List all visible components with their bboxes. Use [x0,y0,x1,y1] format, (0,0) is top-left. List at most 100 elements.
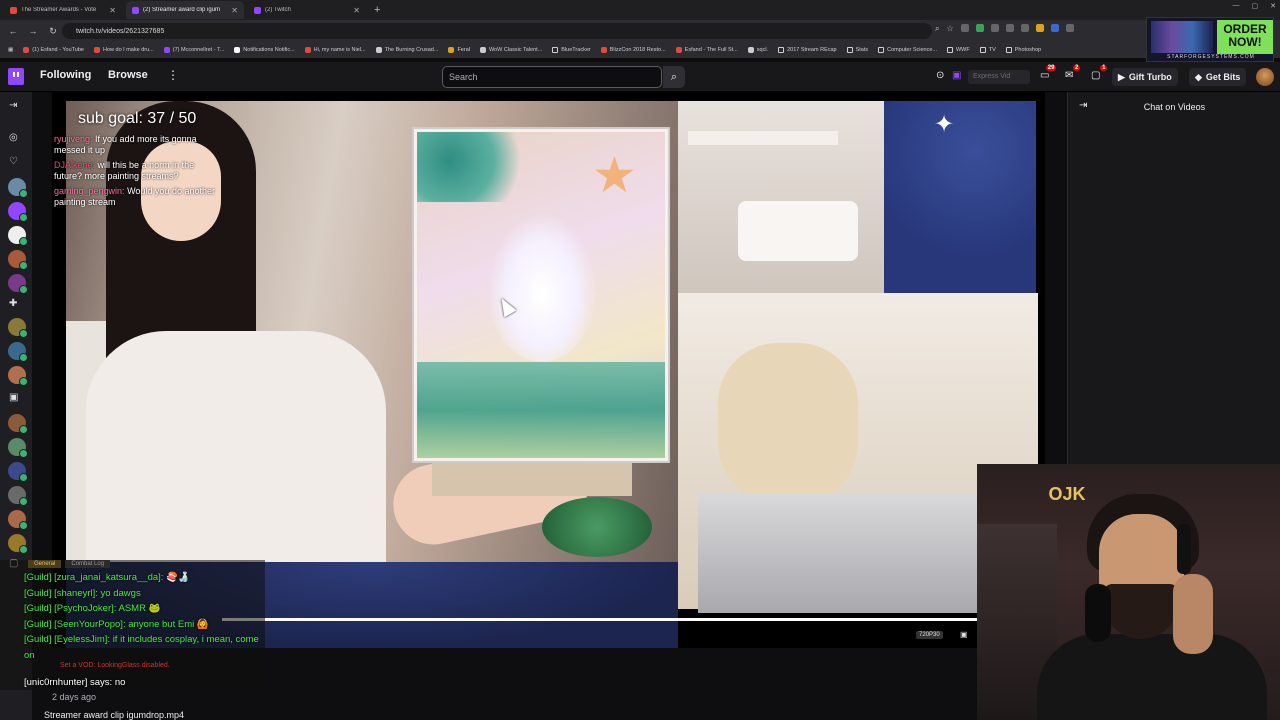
channel-avatar[interactable] [8,226,28,246]
bookmark-folder[interactable]: Stats [846,47,869,53]
forward-icon[interactable]: → [28,26,38,36]
star-icon: ★ [592,147,637,203]
bookmark-item[interactable]: The Burning Crusad... [375,47,438,53]
bookmark-folder[interactable]: 2017 Stream REcap [778,47,837,53]
add-friends-icon[interactable]: ✚ [9,298,17,309]
bookmark-folder[interactable]: WWF [946,47,970,53]
channel-avatar[interactable] [8,414,28,434]
minimize-icon[interactable]: — [1233,2,1240,10]
notifications-icon[interactable]: ✉ 2 [1065,65,1081,81]
url-field[interactable]: twitch.tv/videos/2621327685 [62,23,932,39]
nav-following[interactable]: Following [40,69,91,81]
heart-icon[interactable]: ♡ [9,156,18,167]
express-vid-field[interactable]: Express Vid [968,70,1030,84]
channel-avatar[interactable] [8,510,28,530]
bookmark-item[interactable]: Hi, my name is Niel... [304,47,366,53]
site-icon [93,47,100,53]
bookmark-label: Stats [855,47,869,53]
game-chat-window: General Combat Log [Guild] [zura_janai_k… [0,560,265,690]
video-progress-bar[interactable] [222,618,978,621]
folder-icon [778,47,785,53]
expand-sidebar-icon[interactable]: ⇥ [9,100,17,111]
prime-loot-icon[interactable]: ⊙ [936,70,944,81]
extension-icon[interactable] [1065,24,1074,32]
back-icon[interactable]: ← [8,26,18,36]
extension-icon[interactable] [1050,24,1059,32]
channel-avatar[interactable] [8,250,28,270]
shelf-shape [738,201,858,261]
system-message: Set a VOD: LookingGlass disabled. [60,662,170,669]
recommended-icon[interactable]: ◎ [9,132,18,143]
extension-icon[interactable] [1035,24,1044,32]
channel-avatar[interactable] [8,366,28,386]
close-tab-icon[interactable]: ✕ [109,6,116,15]
tab-twitch[interactable]: (2) Twitch ✕ [248,1,366,19]
tab-streamer-clip[interactable]: (2) Streamer award clip igum ✕ [126,1,244,19]
extension-icon[interactable] [1005,24,1014,32]
inbox-icon[interactable]: ▭ 29 [1040,65,1057,81]
tab-general[interactable]: General [28,560,62,568]
new-tab-button[interactable]: + [374,4,380,16]
bookmark-folder[interactable]: TV [979,47,996,53]
theatre-mode-icon[interactable]: ▣ [960,630,968,639]
tab-combat-log[interactable]: Combat Log [65,560,111,568]
twitch-logo-icon[interactable] [8,68,24,85]
bookmark-folder[interactable]: BlueTracker [552,47,591,53]
bookmark-label: Hi, my name is Niel... [313,47,366,53]
channel-avatar[interactable] [8,534,28,554]
bookmark-label: Photoshop [1014,47,1042,53]
extension-icon[interactable] [960,24,969,32]
channel-avatar[interactable] [8,462,28,482]
reload-icon[interactable]: ↻ [48,26,58,37]
bookmark-item[interactable]: How do I make dru... [93,47,154,53]
channel-avatar[interactable] [8,318,28,338]
quality-badge[interactable]: 720P30 [916,631,943,639]
zoom-icon[interactable]: ⌕ [935,24,939,34]
gift-turbo-button[interactable]: ▶ Gift Turbo [1112,68,1178,86]
close-tab-icon[interactable]: ✕ [353,6,360,15]
bookmark-label: (7) Mcconnellret - T... [172,47,225,53]
extension-icon[interactable] [1020,24,1029,32]
bookmark-item[interactable]: Esfand - The Full St... [675,47,738,53]
bookmark-label: BlueTracker [561,47,591,53]
bookmark-item[interactable]: WoW Classic Talent... [479,47,542,53]
sponsor-ad-banner[interactable]: ORDER NOW! STARFORGESYSTEMS.COM [1146,17,1274,62]
bookmark-item[interactable]: sqcl. [747,47,769,53]
bookmark-item[interactable]: (7) Mcconnellret - T... [163,47,225,53]
bookmark-label: sqcl. [756,47,769,53]
channel-avatar[interactable] [8,202,28,222]
bowl-shape [542,497,652,557]
search-button[interactable]: ⌕ [663,66,685,88]
extension-icon[interactable] [975,24,984,32]
bookmark-folder[interactable]: Photoshop [1005,47,1042,53]
bookmark-item[interactable]: BlizzCon 2018 Resto... [600,47,666,53]
user-avatar[interactable] [1256,68,1274,86]
maximize-icon[interactable]: ▢ [1252,2,1259,10]
close-window-icon[interactable]: ✕ [1270,2,1276,10]
tab-streamer-awards[interactable]: The Streamer Awards - Vote ✕ [4,1,122,19]
bookmark-item[interactable]: (1) Esfand - YouTube [23,47,84,53]
channel-avatar[interactable] [8,274,28,294]
crown-icon[interactable]: ▣ [952,70,961,81]
whispers-icon[interactable]: ▢ 1 [1091,65,1108,81]
more-options-icon[interactable]: ⋮ [167,68,179,82]
nav-browse[interactable]: Browse [108,69,148,81]
bookmark-item[interactable]: Notifications Notific... [234,47,295,53]
apps-grid-icon[interactable]: ▦ [8,47,13,53]
address-bar-row: ← → ↻ twitch.tv/videos/2621327685 ⌕ ☆ [0,20,1280,42]
video-icon[interactable]: ▣ [9,392,18,403]
bookmark-item[interactable]: Feral [448,47,470,53]
search-input[interactable] [442,66,662,88]
close-tab-icon[interactable]: ✕ [231,6,238,15]
get-bits-button[interactable]: ◆ Get Bits [1189,68,1247,86]
channel-avatar[interactable] [8,342,28,362]
site-icon [479,47,486,53]
bookmark-folder[interactable]: Computer Science... [878,47,937,53]
channel-avatar[interactable] [8,178,28,198]
bookmark-star-icon[interactable]: ☆ [946,24,953,34]
channel-avatar[interactable] [8,486,28,506]
starry-background [884,101,1036,301]
extension-icon[interactable] [990,24,999,32]
channel-avatar[interactable] [8,438,28,458]
site-icon [375,47,382,53]
